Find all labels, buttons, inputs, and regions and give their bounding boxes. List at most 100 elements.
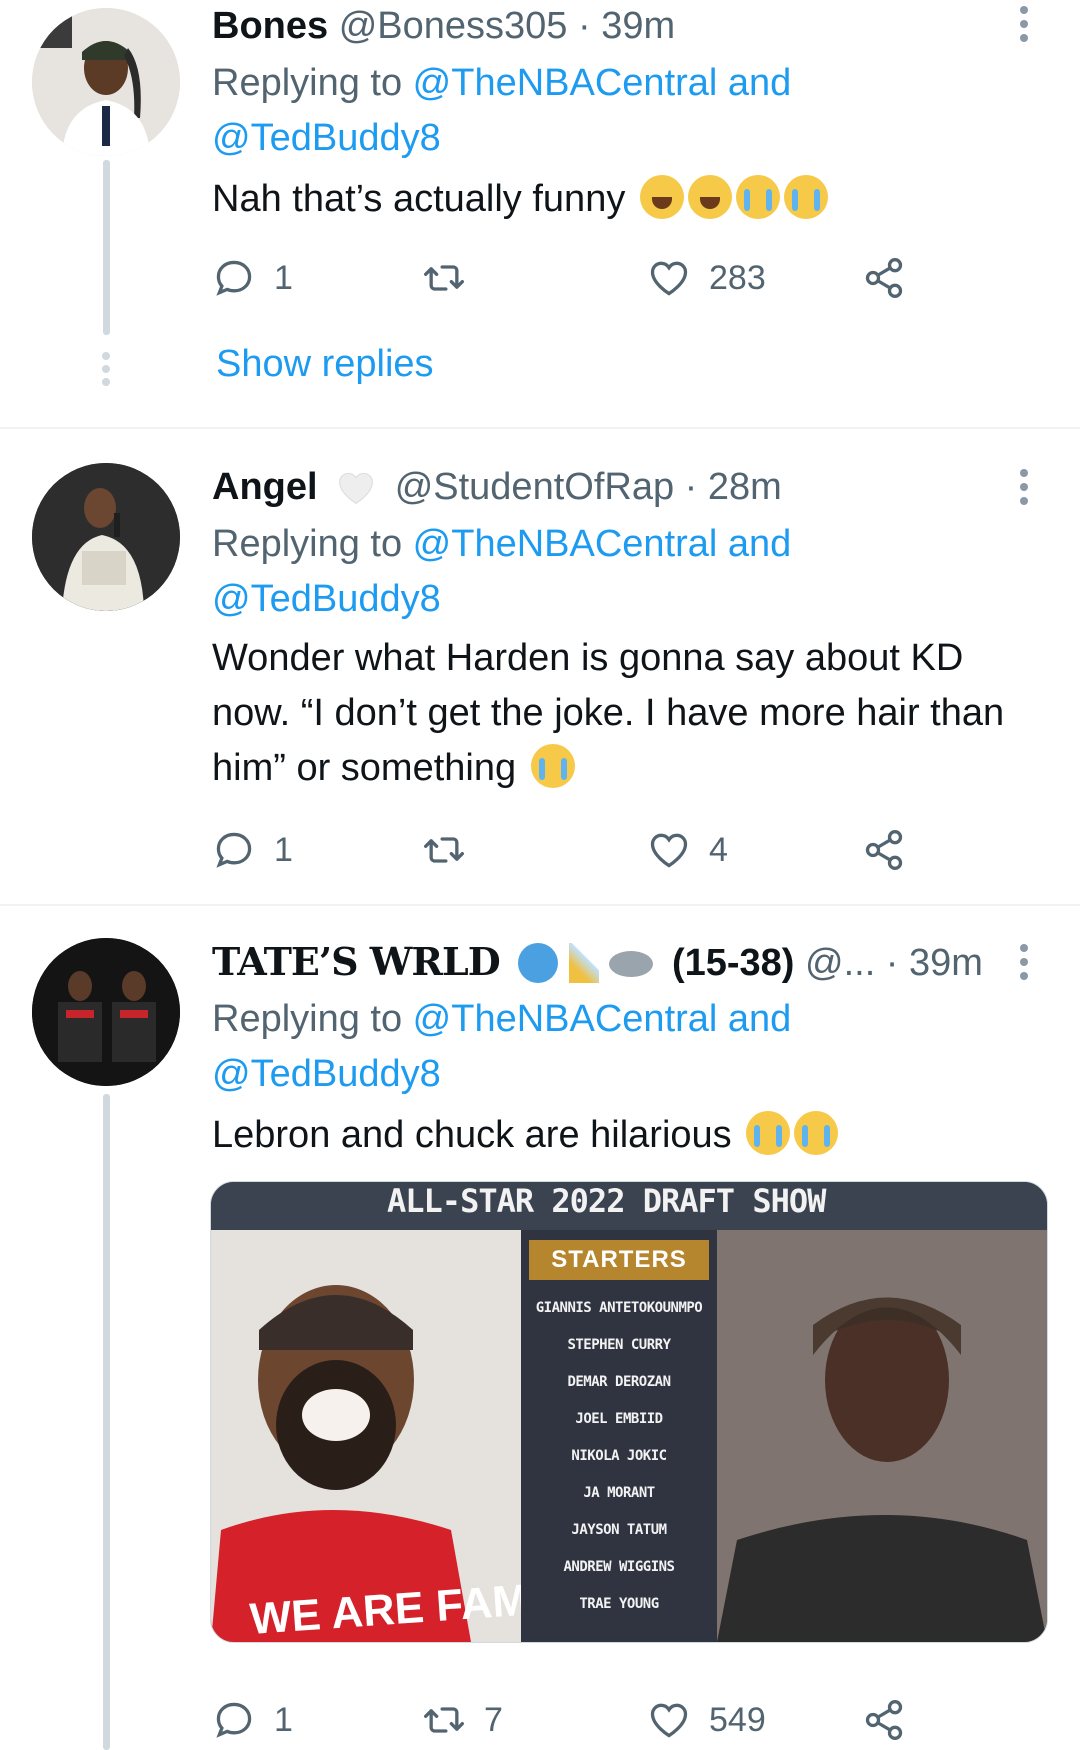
- author-name[interactable]: Bones: [212, 5, 328, 47]
- retweet-count: 7: [484, 1700, 503, 1739]
- replying-to-prefix: Replying to: [212, 523, 413, 565]
- share-icon: [862, 1698, 906, 1742]
- more-icon[interactable]: [1016, 944, 1032, 986]
- author-name[interactable]: Angel: [212, 466, 318, 508]
- like-button[interactable]: 549: [647, 1695, 766, 1745]
- author-handle-time[interactable]: @... · 39m: [805, 942, 983, 984]
- mention-link[interactable]: @TheNBACentral and: [413, 62, 792, 104]
- mention-link[interactable]: @TedBuddy8: [212, 117, 441, 159]
- ufo-emoji-icon: [609, 951, 654, 977]
- tweet-media-image[interactable]: ALL-STAR 2022 DRAFT SHOW WE ARE FAMILY S…: [210, 1181, 1048, 1643]
- show-replies-link[interactable]: Show replies: [216, 343, 434, 386]
- starter-player: JOEL EMBIID: [575, 1411, 663, 1427]
- kd-photo: [717, 1230, 1047, 1642]
- mention-link[interactable]: @TheNBACentral and: [413, 998, 792, 1040]
- mention-link[interactable]: @TedBuddy8: [212, 1053, 441, 1095]
- tweet-1[interactable]: Bones @Boness305 · 39m Replying to @TheN…: [0, 0, 1080, 425]
- crying-emoji-icon: [735, 175, 780, 219]
- share-button[interactable]: [862, 253, 906, 303]
- starter-player: JA MORANT: [583, 1485, 655, 1501]
- like-button[interactable]: 283: [647, 253, 766, 303]
- starters-list: GIANNIS ANTETOKOUNMPO STEPHEN CURRY DEMAR …: [521, 1290, 717, 1623]
- tweet-text-content: Nah that’s actually funny: [212, 178, 626, 220]
- heart-icon: [647, 828, 691, 872]
- tweet-3[interactable]: TATE’S WRLD (15-38) @... · 39m Replying …: [0, 906, 1080, 1750]
- avatar-image: [32, 938, 180, 1086]
- share-button[interactable]: [862, 1695, 906, 1745]
- share-icon: [862, 828, 906, 872]
- thread-line: [103, 1094, 110, 1750]
- reply-icon: [212, 256, 256, 300]
- more-icon[interactable]: [1016, 6, 1032, 48]
- author-name-suffix: (15-38): [671, 942, 795, 984]
- avatar[interactable]: [32, 8, 180, 156]
- tweet-header: Angel @StudentOfRap · 28m: [212, 465, 782, 509]
- starter-player: NIKOLA JOKIC: [571, 1448, 667, 1464]
- author-handle-time[interactable]: @StudentOfRap · 28m: [395, 466, 782, 508]
- retweet-icon: [422, 828, 466, 872]
- mention-link[interactable]: @TedBuddy8: [212, 578, 441, 620]
- crying-emoji-icon: [794, 1111, 839, 1155]
- laugh-emoji-icon: [639, 175, 684, 219]
- starter-player: TRAE YOUNG: [579, 1596, 659, 1612]
- retweet-button[interactable]: [422, 253, 466, 303]
- tweet-2[interactable]: Angel @StudentOfRap · 28m Replying to @T…: [0, 429, 1080, 904]
- replying-to: Replying to @TheNBACentral and @TedBuddy…: [212, 517, 791, 627]
- tweet-header: Bones @Boness305 · 39m: [212, 4, 675, 48]
- media-banner: ALL-STAR 2022 DRAFT SHOW: [211, 1182, 1047, 1230]
- reply-count: 1: [274, 830, 293, 869]
- reply-button[interactable]: 1: [212, 1695, 293, 1745]
- lebron-photo: WE ARE FAMILY: [211, 1230, 595, 1642]
- starter-player: GIANNIS ANTETOKOUNMPO: [535, 1300, 703, 1316]
- heart-icon: [647, 256, 691, 300]
- reply-count: 1: [274, 1700, 293, 1739]
- author-name[interactable]: TATE’S WRLD: [212, 939, 501, 984]
- reply-icon: [212, 828, 256, 872]
- crying-emoji-icon: [746, 1111, 791, 1155]
- tweet-actions: 1 4: [212, 825, 932, 875]
- laugh-emoji-icon: [687, 175, 732, 219]
- heart-icon: [647, 1698, 691, 1742]
- comet-emoji-icon: [568, 943, 599, 983]
- reply-icon: [212, 1698, 256, 1742]
- replying-to-prefix: Replying to: [212, 62, 413, 104]
- crying-emoji-icon: [783, 175, 828, 219]
- more-icon[interactable]: [1016, 469, 1032, 511]
- starter-player: STEPHEN CURRY: [567, 1337, 671, 1353]
- tweet-header: TATE’S WRLD (15-38) @... · 39m: [212, 940, 983, 985]
- retweet-icon: [422, 256, 466, 300]
- tweet-text-content: Lebron and chuck are hilarious: [212, 1114, 732, 1156]
- retweet-button[interactable]: 7: [422, 1695, 503, 1745]
- retweet-button[interactable]: [422, 825, 466, 875]
- tweet-text: Lebron and chuck are hilarious: [212, 1108, 1032, 1163]
- avatar-image: [32, 8, 180, 156]
- replying-to: Replying to @TheNBACentral and @TedBuddy…: [212, 992, 791, 1102]
- avatar-image: [32, 463, 180, 611]
- like-button[interactable]: 4: [647, 825, 728, 875]
- thread-line: [103, 160, 110, 335]
- crying-emoji-icon: [530, 744, 575, 788]
- reply-count: 1: [274, 258, 293, 297]
- like-count: 4: [709, 830, 728, 869]
- like-count: 283: [709, 258, 766, 297]
- tweet-text: Wonder what Harden is gonna say about KD…: [212, 631, 1032, 796]
- avatar[interactable]: [32, 463, 180, 611]
- author-handle-time[interactable]: @Boness305 · 39m: [339, 5, 675, 47]
- retweet-icon: [422, 1698, 466, 1742]
- starters-title: STARTERS: [529, 1240, 709, 1280]
- tweet-actions: 1 283: [212, 253, 932, 303]
- replying-to-prefix: Replying to: [212, 998, 413, 1040]
- white-heart-icon: [339, 472, 374, 505]
- starter-player: ANDREW WIGGINS: [563, 1559, 675, 1575]
- starter-player: DEMAR DEROZAN: [567, 1374, 671, 1390]
- mention-link[interactable]: @TheNBACentral and: [413, 523, 792, 565]
- tweet-text: Nah that’s actually funny: [212, 172, 1032, 227]
- avatar[interactable]: [32, 938, 180, 1086]
- share-button[interactable]: [862, 825, 906, 875]
- thread-dots: [101, 352, 111, 391]
- globe-emoji-icon: [518, 943, 559, 983]
- share-icon: [862, 256, 906, 300]
- reply-button[interactable]: 1: [212, 253, 293, 303]
- reply-button[interactable]: 1: [212, 825, 293, 875]
- starters-panel: STARTERS GIANNIS ANTETOKOUNMPO STEPHEN CU…: [521, 1230, 717, 1642]
